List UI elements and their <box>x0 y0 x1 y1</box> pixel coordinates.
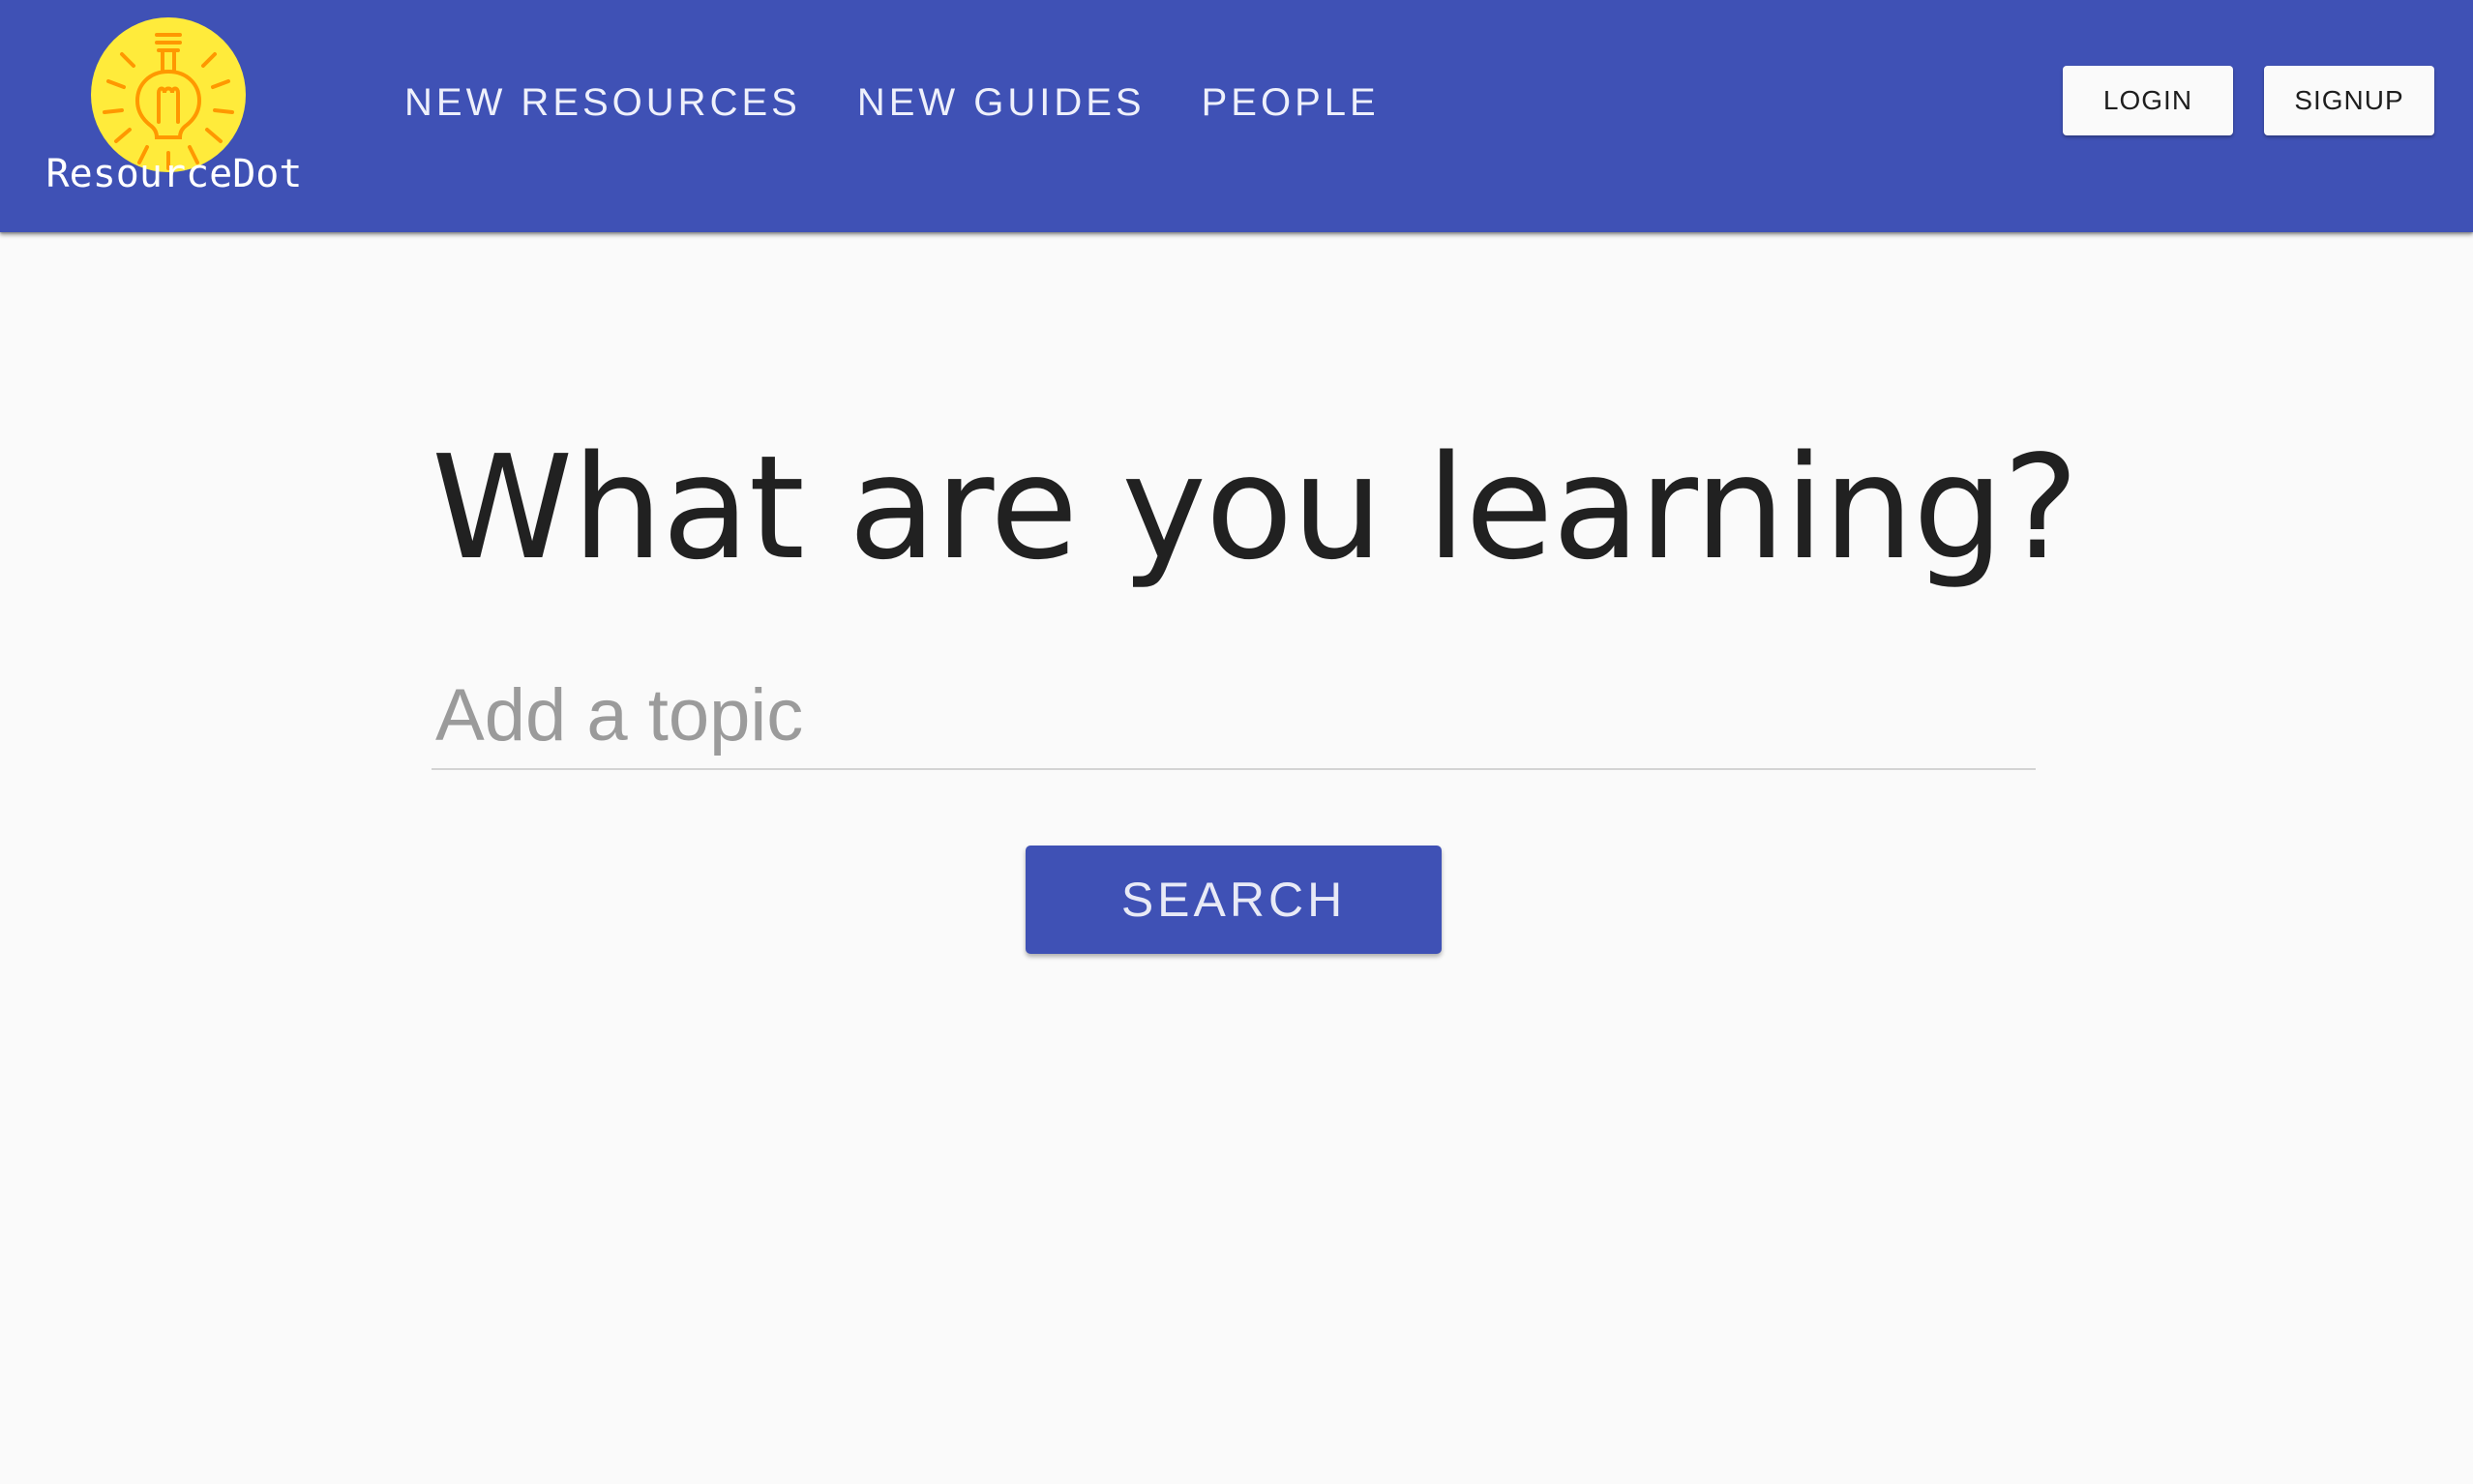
brand-logo[interactable]: ResourceDot <box>39 14 310 207</box>
nav-new-guides[interactable]: NEW GUIDES <box>857 75 1146 130</box>
lightbulb-icon <box>91 17 246 172</box>
nav-new-resources[interactable]: NEW RESOURCES <box>404 75 801 130</box>
signup-button[interactable]: SIGNUP <box>2264 66 2434 135</box>
page-title: What are you learning? <box>432 425 2079 591</box>
topic-input[interactable] <box>435 671 2032 758</box>
top-app-bar: ResourceDot NEW RESOURCES NEW GUIDES PEO… <box>0 0 2473 232</box>
login-button[interactable]: LOGIN <box>2063 66 2233 135</box>
search-button[interactable]: SEARCH <box>1026 846 1442 954</box>
brand-name: ResourceDot <box>45 152 303 196</box>
app-root: ResourceDot NEW RESOURCES NEW GUIDES PEO… <box>0 0 2473 1484</box>
topic-field <box>432 668 2036 770</box>
main-nav: NEW RESOURCES NEW GUIDES PEOPLE <box>404 75 1380 130</box>
nav-people[interactable]: PEOPLE <box>1202 75 1380 130</box>
